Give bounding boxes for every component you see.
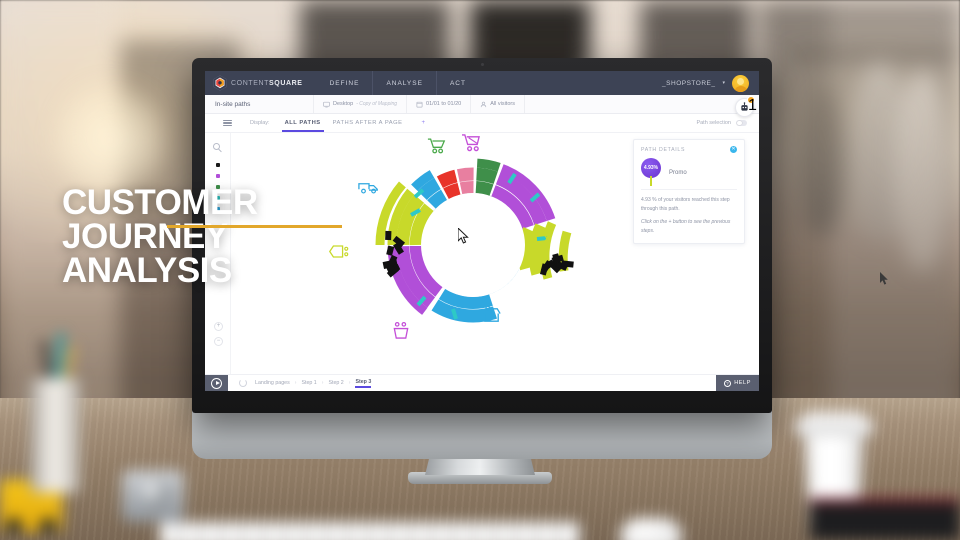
notebook xyxy=(810,498,960,540)
filter-date-range[interactable]: 01/01 to 01/20 xyxy=(406,95,470,113)
breadcrumb-separator: › xyxy=(294,380,297,386)
nav-item-act[interactable]: ACT xyxy=(435,71,479,95)
filter-date-label: 01/01 to 01/20 xyxy=(426,101,462,107)
display-label: Display: xyxy=(250,120,270,126)
breadcrumb-item-landing-pages[interactable]: Landing pages xyxy=(255,380,290,386)
path-details-panel[interactable]: PATH DETAILS ✕ 4.93% Promo 4.93 % of you… xyxy=(633,139,745,244)
app-logo-text: CONTENTSQUARE xyxy=(231,79,303,87)
tab-all-paths[interactable]: ALL PATHS xyxy=(279,114,327,132)
path-selection-toggle[interactable] xyxy=(736,119,747,127)
overlay-line-1: CUSTOMER xyxy=(62,183,258,222)
store-icon xyxy=(481,305,504,329)
overlay-line-3: ANALYSIS xyxy=(62,250,232,290)
camera-lens xyxy=(140,478,170,508)
overlay-title: CUSTOMER JOURNEY ANALYSIS xyxy=(62,183,392,290)
tag-icon xyxy=(527,230,550,252)
breadcrumb-item-step-3[interactable]: Step 3 xyxy=(355,379,371,388)
coffee-cup-lid-top xyxy=(804,412,864,424)
nav-item-analyse[interactable]: ANALYSE xyxy=(372,71,436,95)
breadcrumb-item-step-2[interactable]: Step 2 xyxy=(328,380,343,386)
add-view-button[interactable]: + xyxy=(422,120,426,126)
zoom-in-button[interactable]: + xyxy=(214,322,223,331)
account-name[interactable]: _SHOPSTORE_ xyxy=(662,80,715,87)
page-title: In-site paths xyxy=(215,100,251,108)
divider xyxy=(641,189,737,190)
desktop-mouse-cursor-icon xyxy=(880,272,889,290)
filter-device-label: Desktop xyxy=(333,101,354,107)
user-icon xyxy=(480,101,487,108)
filter-bar-spacer xyxy=(523,95,759,113)
breadcrumb-separator: › xyxy=(321,380,324,386)
path-step-name: Promo xyxy=(669,170,687,176)
path-selection-label: Path selection xyxy=(696,120,731,126)
calendar-icon xyxy=(416,101,423,108)
menu-icon[interactable] xyxy=(223,119,232,127)
play-icon xyxy=(211,377,222,389)
avatar[interactable] xyxy=(732,74,749,92)
contentsquare-logo-icon xyxy=(213,75,227,91)
filter-device[interactable]: Desktop - Copy of Mapping xyxy=(313,95,406,113)
app-topbar: CONTENTSQUARE DEFINE ANALYSE ACT _SHOPST… xyxy=(205,71,759,95)
toy-bus-wheel xyxy=(6,518,22,534)
path-step-pin: 4.93% xyxy=(641,158,663,186)
toy-bus-wheel xyxy=(40,518,56,534)
filter-device-sub: - Copy of Mapping xyxy=(356,101,398,107)
close-icon[interactable]: ✕ xyxy=(730,146,737,153)
nav-item-define[interactable]: DEFINE xyxy=(317,71,373,95)
legend-dot[interactable] xyxy=(216,174,220,178)
filter-segment-label: All visitors xyxy=(490,101,515,107)
legend-dot[interactable] xyxy=(216,163,220,167)
pencil-holder xyxy=(30,378,80,493)
bottom-bar: Landing pages › Step 1 › Step 2 › Step 3… xyxy=(205,374,759,391)
pin-stem xyxy=(650,176,652,186)
path-details-title: PATH DETAILS xyxy=(641,146,686,153)
breadcrumb-item-step-1[interactable]: Step 1 xyxy=(301,380,316,386)
overlay-accent-rule xyxy=(167,225,342,228)
search-icon[interactable] xyxy=(213,143,220,150)
replay-button[interactable] xyxy=(205,375,228,391)
mouse-device xyxy=(620,518,682,540)
zoom-controls: + − xyxy=(214,322,223,346)
cart-icon xyxy=(427,137,447,159)
keyboard xyxy=(160,522,580,540)
notification-badge: 1 xyxy=(747,96,757,114)
app-logo[interactable]: CONTENTSQUARE xyxy=(213,75,317,91)
zoom-out-button[interactable]: − xyxy=(214,337,223,346)
bag-icon xyxy=(391,321,411,345)
webcam-icon xyxy=(480,63,484,66)
view-toolbar: Display: ALL PATHS PATHS AFTER A PAGE + … xyxy=(205,114,759,133)
filter-segment[interactable]: All visitors xyxy=(470,95,524,113)
refresh-icon[interactable] xyxy=(239,379,247,387)
help-button[interactable]: ? HELP xyxy=(716,375,759,391)
tab-paths-after-a-page[interactable]: PATHS AFTER A PAGE xyxy=(327,114,409,132)
monitor-icon xyxy=(323,101,330,108)
path-percentage-badge: 4.93% xyxy=(641,158,661,178)
question-mark-icon: ? xyxy=(724,379,732,387)
filter-bar: In-site paths Desktop - Copy of Mapping … xyxy=(205,95,759,117)
cart-icon xyxy=(461,133,482,157)
help-label: HELP xyxy=(734,380,751,386)
path-details-text-primary: 4.93 % of your visitors reached this ste… xyxy=(641,197,730,212)
breadcrumb-separator: › xyxy=(348,380,351,386)
main-nav: DEFINE ANALYSE ACT xyxy=(317,71,479,95)
path-details-text-hint: Click on the + button to see the previou… xyxy=(641,219,731,234)
breadcrumb: Landing pages › Step 1 › Step 2 › Step 3 xyxy=(255,379,371,388)
chevron-down-icon[interactable]: ▾ xyxy=(722,80,725,86)
